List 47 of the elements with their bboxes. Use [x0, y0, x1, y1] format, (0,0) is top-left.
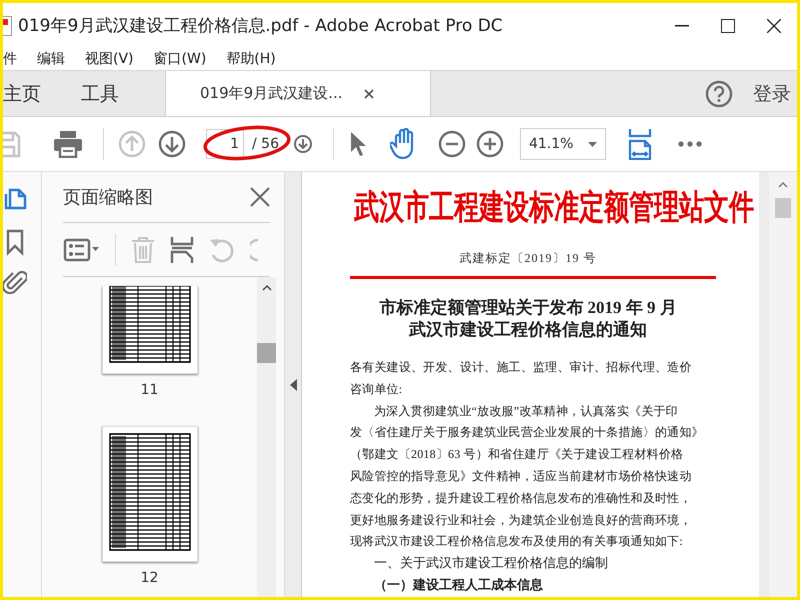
- document-header: 武汉市工程建设标准定额管理站文件: [354, 188, 754, 229]
- body-paragraph: 为深入贯彻建筑业“放改服”改革精神，认真落实《关于印 发〈省住建厅关于服务建筑业民营企业发展的十条措施〉的通知》 （鄂建文〔2018〕63 号）和省住建厅《关于建设工程材料价格 风险管控的指导意见》文件精神，适应当前建材市场价格快速动 态变化的形势，提升建设工程价格信息发布的准确性和及时性， 更好地服务建设行业和社会，为建筑企业创造良好的营商环境， 现将武汉市建设工程价格信息发布及使用的有关事项通知如下:: [350, 402, 704, 550]
- caret-icon: [588, 142, 597, 146]
- paperclip-icon[interactable]: [3, 270, 27, 297]
- document-title: 市标准定额管理站关于发布 2019 年 9 月 武汉市建设工程价格信息的通知: [378, 297, 678, 341]
- pdf-file-icon: [3, 16, 12, 36]
- page-thumbnail[interactable]: [102, 286, 198, 374]
- close-icon[interactable]: [767, 18, 781, 32]
- scrollbar[interactable]: [769, 172, 797, 597]
- page-thumbnail[interactable]: [102, 426, 198, 562]
- print-icon[interactable]: [53, 130, 83, 158]
- scroll-thumb[interactable]: [775, 198, 791, 218]
- scroll-up-icon[interactable]: [778, 182, 788, 188]
- scroll-up-icon[interactable]: [262, 285, 272, 291]
- zoom-in-icon[interactable]: [476, 130, 504, 158]
- fit-page-icon[interactable]: [628, 128, 652, 160]
- menu-item[interactable]: 件: [3, 50, 17, 68]
- menu-item[interactable]: 窗口(W): [154, 50, 206, 68]
- list-options-icon[interactable]: [63, 236, 101, 262]
- close-tab-icon[interactable]: [364, 88, 374, 98]
- menu-item[interactable]: 编辑: [37, 50, 65, 68]
- more-icon[interactable]: [678, 141, 702, 147]
- document-number: 武建标定〔2019〕19 号: [458, 250, 598, 267]
- window-title: 019年9月武汉建设工程价格信息.pdf - Adobe Acrobat Pro DC: [18, 15, 504, 37]
- page-count: / 56: [252, 136, 279, 152]
- zoom-dropdown[interactable]: 41.1%: [520, 128, 606, 160]
- maximize-icon[interactable]: [721, 18, 735, 32]
- page-label: 11: [140, 382, 158, 398]
- page-number-field[interactable]: 1: [206, 129, 244, 159]
- scrollbar[interactable]: [257, 277, 276, 597]
- menu-item[interactable]: 视图(V): [85, 50, 134, 68]
- help-icon[interactable]: [705, 80, 733, 108]
- insert-page-icon[interactable]: [170, 236, 194, 264]
- nav-tab[interactable]: 主页: [3, 71, 61, 116]
- panel-title: 页面缩略图: [63, 186, 153, 209]
- section-heading: （一）建设工程人工成本信息: [373, 577, 544, 596]
- sign-in-link[interactable]: 登录: [753, 80, 791, 106]
- nav-tab[interactable]: 工具: [61, 71, 139, 116]
- minimize-icon[interactable]: [675, 24, 689, 26]
- page-label: 12: [140, 570, 158, 586]
- zoom-out-icon[interactable]: [438, 130, 466, 158]
- menu-item[interactable]: 帮助(H): [226, 50, 276, 68]
- document-tab[interactable]: 019年9月武汉建设...: [165, 71, 431, 116]
- section-heading: 一、关于武汉市建设工程价格信息的编制: [373, 555, 609, 574]
- scroll-thumb[interactable]: [257, 343, 276, 363]
- collapse-arrow-icon[interactable]: [290, 378, 296, 390]
- body-paragraph: 各有关建设、开发、设计、施工、监理、审计、招标代理、造价 咨询单位:: [350, 359, 692, 398]
